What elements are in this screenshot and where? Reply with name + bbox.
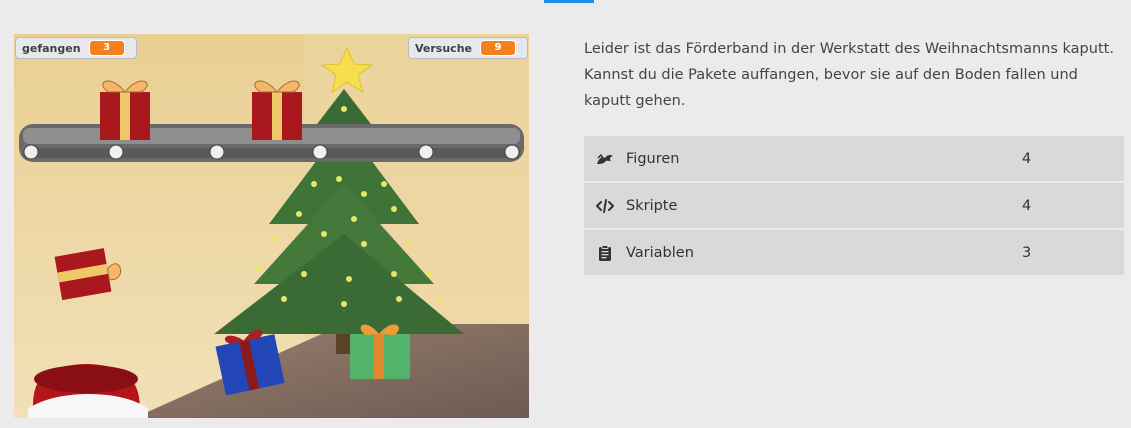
stat-value: 4 — [1022, 150, 1032, 167]
stat-label: Variablen — [626, 244, 694, 261]
figures-icon — [595, 151, 615, 167]
stat-label: Skripte — [626, 197, 678, 214]
santa-sack — [28, 364, 148, 418]
stat-value: 4 — [1022, 197, 1032, 214]
monitor-value: 9 — [480, 40, 516, 56]
variable-monitor-attempts: Versuche 9 — [408, 37, 528, 59]
project-description: Leider ist das Förderband in der Werksta… — [584, 41, 1114, 109]
stat-row-scripts: Skripte 4 — [584, 183, 1124, 228]
stat-row-variables: Variablen 3 — [584, 230, 1124, 275]
clipboard-icon — [595, 244, 615, 261]
monitor-value: 3 — [88, 40, 125, 56]
stat-value: 3 — [1022, 244, 1032, 261]
stat-row-figures: Figuren 4 — [584, 136, 1124, 181]
variable-monitor-caught: gefangen 3 — [15, 37, 137, 59]
stat-label: Figuren — [626, 150, 680, 167]
project-stats: Figuren 4 Skripte 4 Variablen 3 — [584, 136, 1124, 277]
top-accent-bar — [544, 0, 594, 3]
game-scene — [14, 34, 529, 418]
monitor-label: gefangen — [22, 41, 81, 55]
monitor-label: Versuche — [415, 41, 472, 55]
code-icon — [595, 198, 615, 214]
game-stage[interactable]: gefangen 3 Versuche 9 — [14, 34, 529, 418]
